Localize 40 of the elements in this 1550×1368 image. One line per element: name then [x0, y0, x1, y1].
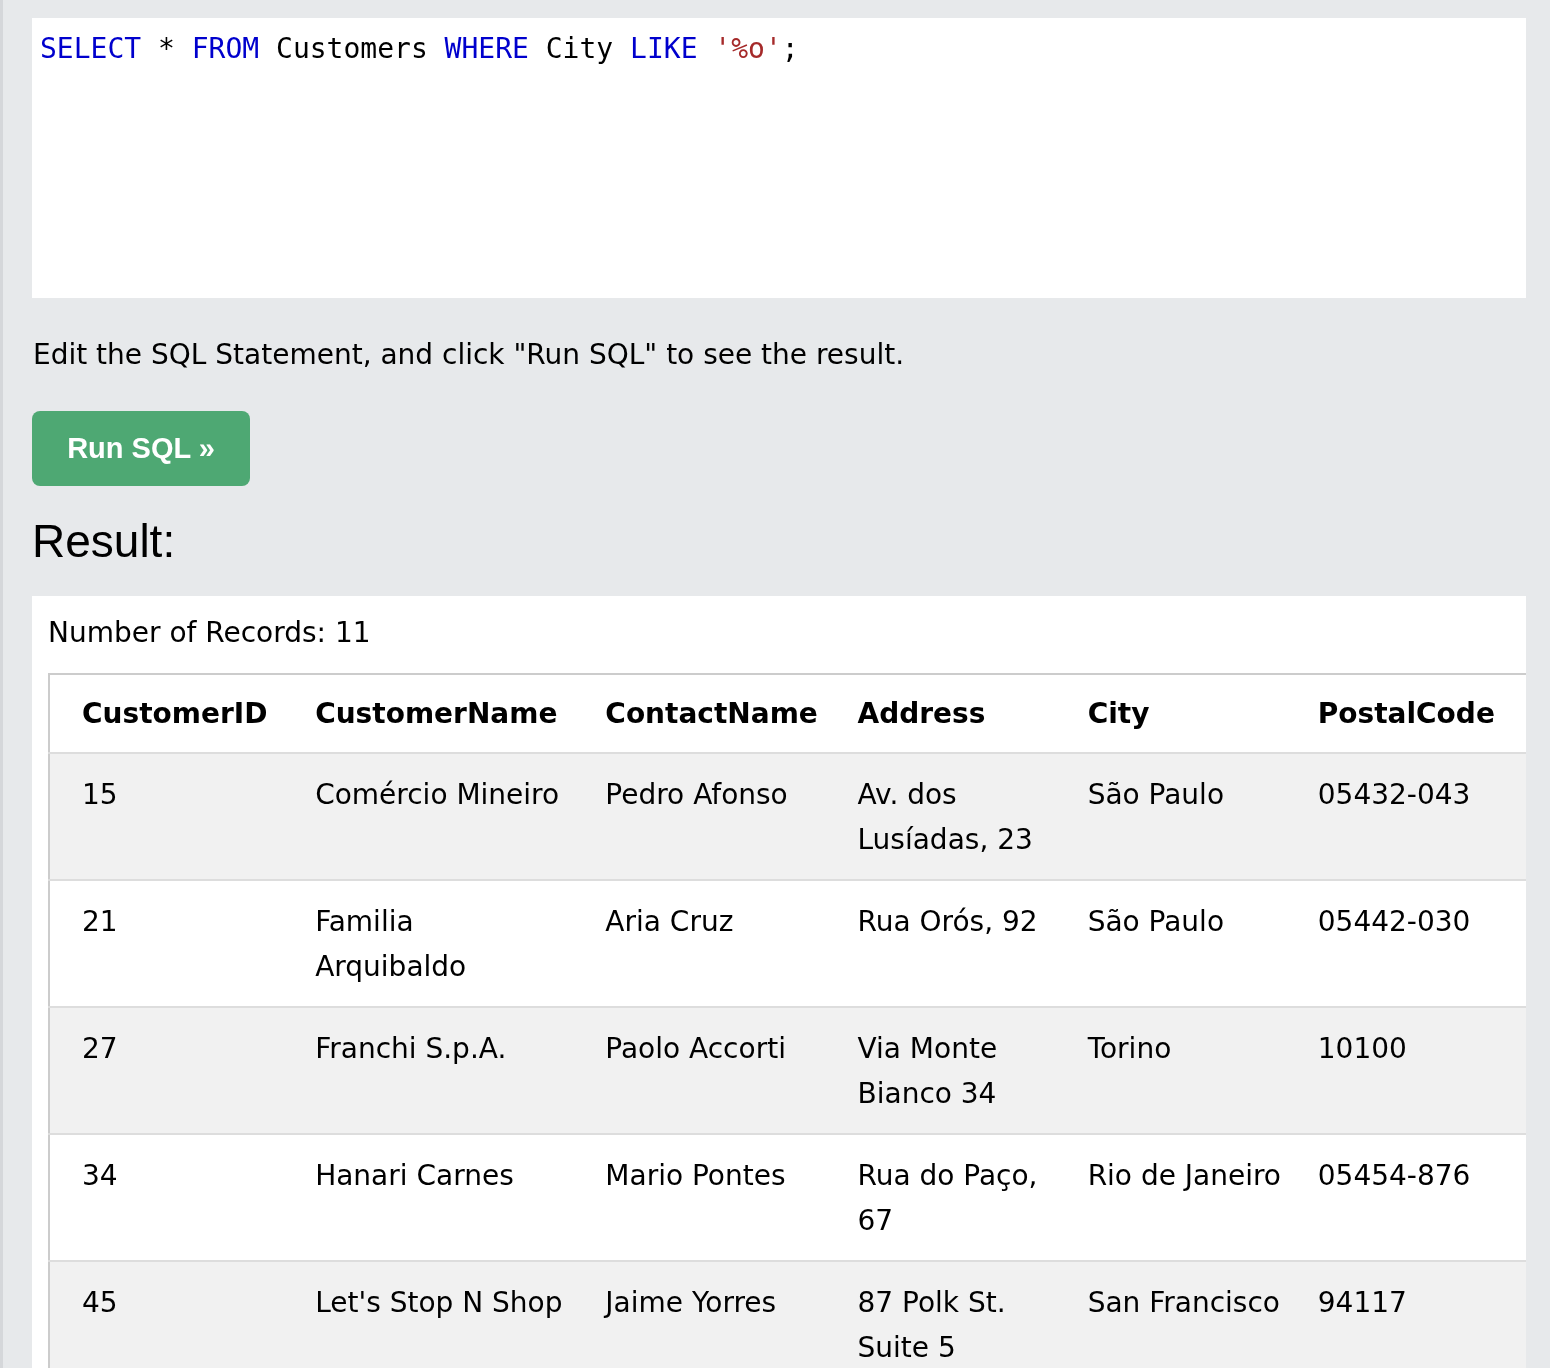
table-cell-text: San Francisco: [1087, 1285, 1280, 1321]
table-cell-text: Aria Cruz: [605, 904, 734, 940]
table-cell-text: São Paulo: [1087, 904, 1225, 940]
table-cell-text: Jaime Yorres: [605, 1285, 777, 1321]
table-cell-text: Let's Stop N Shop: [315, 1285, 563, 1321]
column-header: PostalCode: [1317, 696, 1495, 732]
column-header: City: [1087, 696, 1150, 732]
table-cell-text: 05442-030: [1317, 904, 1471, 940]
table-cell-text: 05432-043: [1317, 777, 1471, 813]
table-cell-text: 34: [82, 1158, 118, 1194]
sql-editor[interactable]: SELECT * FROM Customers WHERE City LIKE '%o';: [32, 18, 1526, 298]
table-cell-text: 10100: [1317, 1031, 1407, 1067]
table-cell-text: 87 Polk St. Suite 5: [857, 1285, 1007, 1366]
table-cell-text: Torino: [1087, 1031, 1172, 1067]
table-cell-text: Hanari Carnes: [315, 1158, 514, 1194]
table-cell-text: 05454-876: [1317, 1158, 1471, 1194]
table-cell-text: Familia Arquibaldo: [315, 904, 468, 985]
table-cell-text: Via Monte Bianco 34: [857, 1031, 999, 1112]
column-header: Address: [857, 696, 986, 732]
table-cell-text: Paolo Accorti: [605, 1031, 786, 1067]
table-cell-text: Comércio Mineiro: [315, 777, 560, 813]
table-cell-text: Mario Pontes: [605, 1158, 786, 1194]
table-cell-text: 27: [82, 1031, 118, 1067]
table-cell-text: Rio de Janeiro: [1087, 1158, 1281, 1194]
record-count: Number of Records: 11: [48, 616, 371, 649]
table-cell-text: 21: [82, 904, 118, 940]
table-cell-text: 45: [82, 1285, 118, 1321]
instruction-text: Edit the SQL Statement, and click "Run SQL" to see the result.: [33, 338, 905, 371]
table-cell-text: Franchi S.p.A.: [315, 1031, 507, 1067]
column-header: CustomerID: [82, 696, 268, 732]
table-cell-text: São Paulo: [1087, 777, 1225, 813]
column-header: ContactName: [605, 696, 818, 732]
table-cell-text: Pedro Afonso: [605, 777, 788, 813]
table-cell-text: 15: [82, 777, 118, 813]
table-cell-text: Av. dos Lusíadas, 23: [857, 777, 1034, 858]
table-cell-text: Rua do Paço, 67: [857, 1158, 1039, 1239]
table-cell-text: 94117: [1317, 1285, 1407, 1321]
column-header: CustomerName: [315, 696, 558, 732]
result-heading: Result:: [32, 514, 176, 568]
table-cell-text: Rua Orós, 92: [857, 904, 1038, 940]
